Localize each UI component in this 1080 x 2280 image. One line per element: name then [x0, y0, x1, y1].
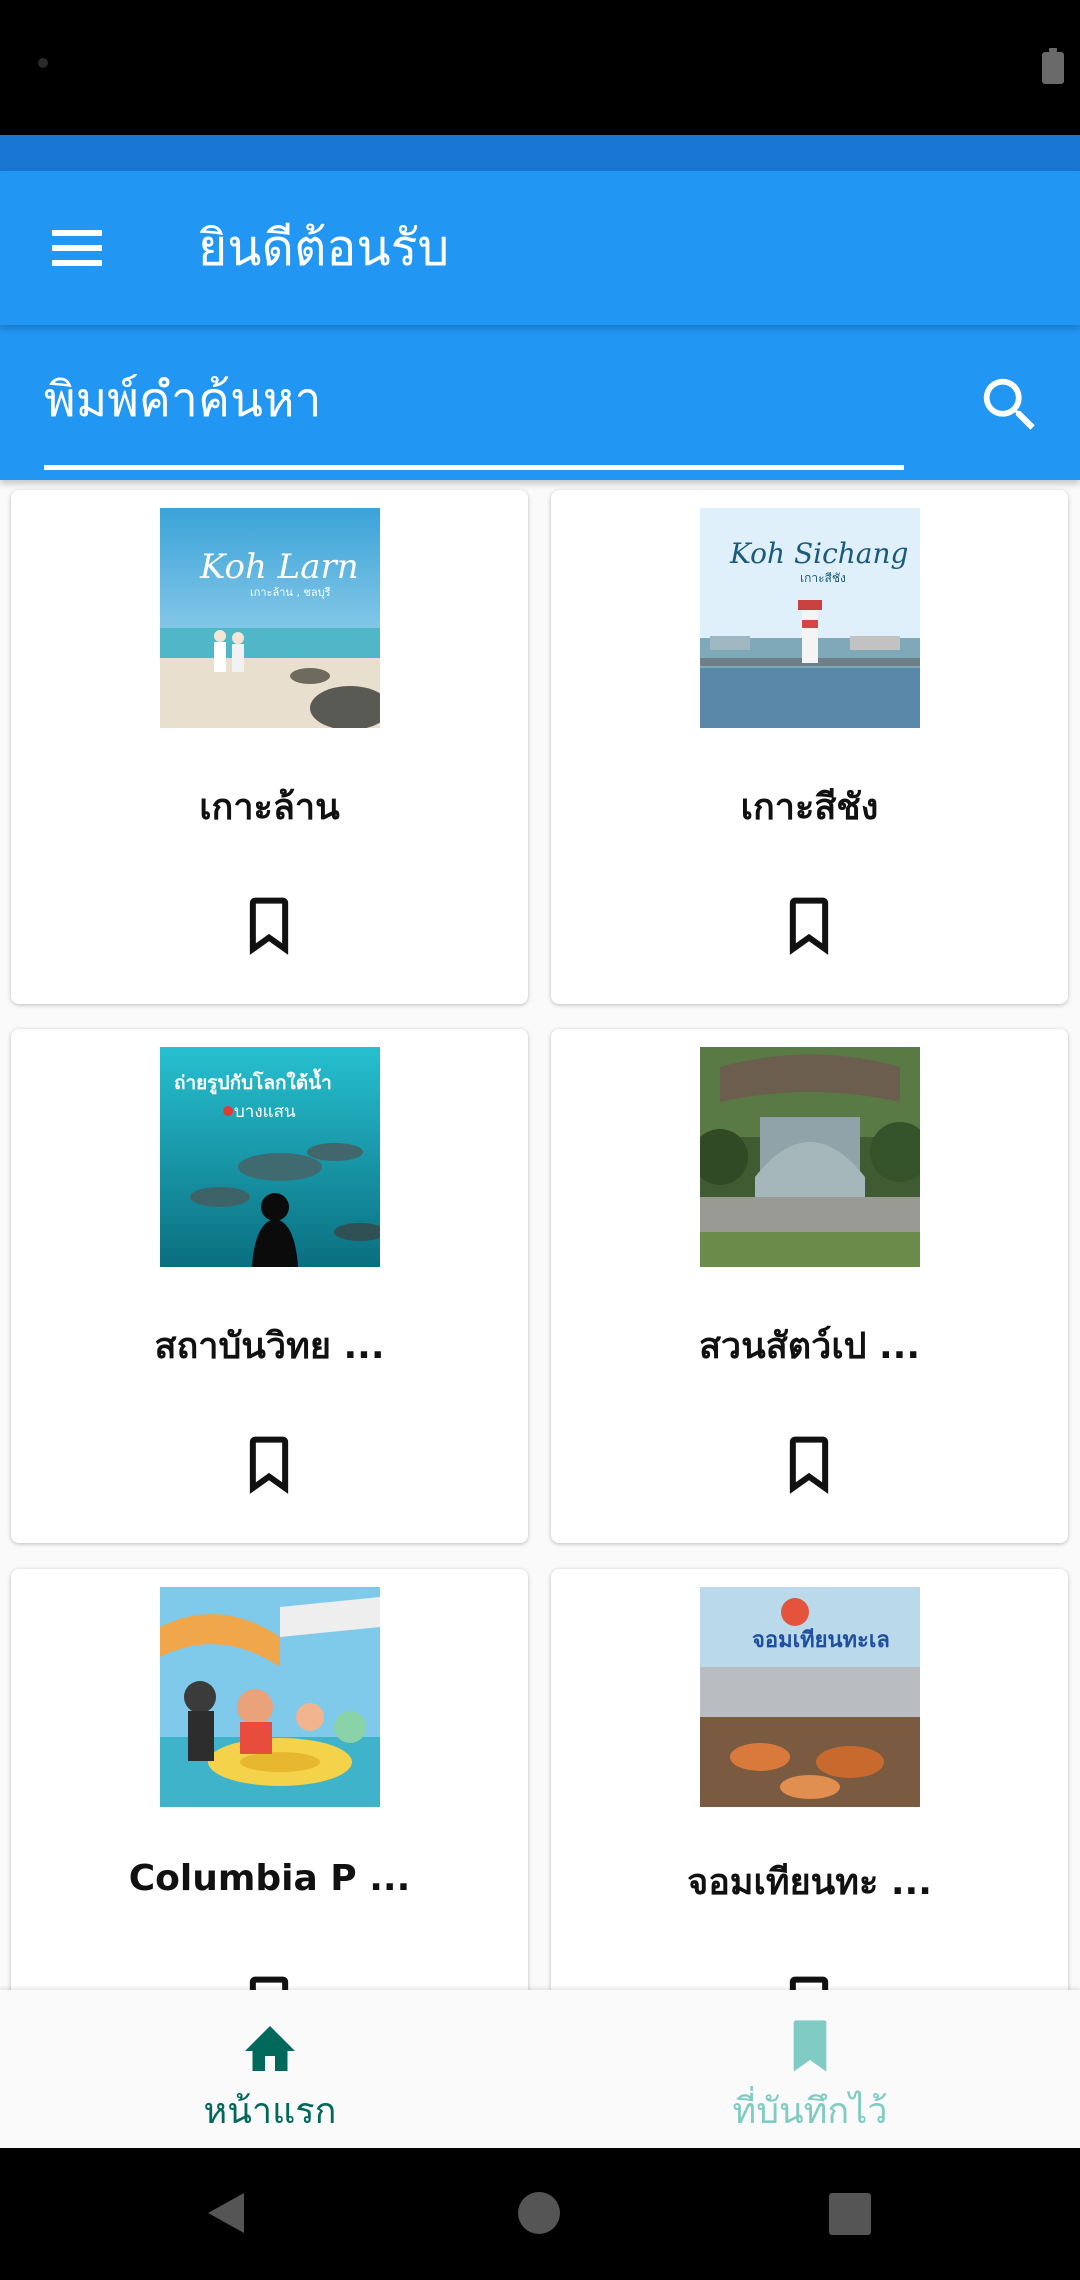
- place-title: สวนสัตว์เป ...: [698, 1326, 921, 1367]
- thumb-subcaption: เกาะสีชัง: [800, 571, 846, 585]
- camera-dot: [38, 58, 48, 68]
- nav-home-label: หน้าแรก: [203, 2091, 337, 2132]
- system-nav-bar: [0, 2148, 1080, 2280]
- thumb-caption: จอมเทียนทะเล: [752, 1628, 890, 1653]
- water-park-cartoon-photo: [160, 1587, 380, 1807]
- places-grid: Koh Larn เกาะล้าน , ชลบุรี เกาะล้าน Koh …: [0, 480, 1080, 1990]
- search-input[interactable]: [44, 365, 904, 435]
- app-bar: ยินดีต้อนรับ: [0, 171, 1080, 325]
- thumb-caption: Koh Larn: [199, 547, 359, 587]
- search-icon[interactable]: [975, 370, 1045, 440]
- place-card[interactable]: จอมเทียนทะเล จอมเทียนทะ ...: [551, 1569, 1068, 1990]
- place-title: จอมเทียนทะ ...: [687, 1862, 932, 1903]
- underwater-aquarium-photo: ถ่ายรูปกับโลกใต้น้ำ บางแสน: [160, 1047, 380, 1267]
- place-card[interactable]: Koh Larn เกาะล้าน , ชลบุรี เกาะล้าน: [11, 490, 528, 1004]
- thumb-caption: Koh Sichang: [729, 537, 908, 570]
- bookmark-icon[interactable]: [241, 896, 297, 956]
- status-bar: [0, 0, 1080, 135]
- koh-sichang-lighthouse-photo: Koh Sichang เกาะสีชัง: [700, 508, 920, 728]
- bookmark-icon[interactable]: [781, 1975, 837, 1990]
- zoo-entrance-gate-photo: [700, 1047, 920, 1267]
- place-card[interactable]: Koh Sichang เกาะสีชัง เกาะสีชัง: [551, 490, 1068, 1004]
- thumb-subcaption: เกาะล้าน , ชลบุรี: [250, 586, 331, 599]
- place-card[interactable]: สวนสัตว์เป ...: [551, 1029, 1068, 1543]
- place-title: Columbia P ...: [128, 1858, 411, 1899]
- home-icon: [240, 2018, 300, 2074]
- bookmark-icon[interactable]: [781, 1435, 837, 1495]
- recents-icon[interactable]: [829, 2193, 871, 2235]
- thumb-subcaption: บางแสน: [234, 1102, 296, 1122]
- bookmark-filled-icon: [780, 2018, 840, 2074]
- nav-home[interactable]: หน้าแรก: [0, 1990, 540, 2148]
- nav-saved-label: ที่บันทึกไว้: [732, 2091, 888, 2132]
- place-card[interactable]: Columbia P ...: [11, 1569, 528, 1990]
- bookmark-icon[interactable]: [241, 1435, 297, 1495]
- thumb-caption: ถ่ายรูปกับโลกใต้น้ำ: [174, 1068, 332, 1095]
- back-icon[interactable]: [204, 2191, 246, 2239]
- bookmark-icon[interactable]: [781, 896, 837, 956]
- place-title: เกาะสีชัง: [740, 787, 879, 828]
- search-underline: [44, 465, 904, 470]
- place-title: สถาบันวิทย ...: [154, 1326, 385, 1367]
- battery-icon: [1042, 48, 1064, 84]
- page-title: ยินดีต้อนรับ: [198, 219, 450, 277]
- search-bar: [0, 325, 1080, 480]
- koh-larn-beach-photo: Koh Larn เกาะล้าน , ชลบุรี: [160, 508, 380, 728]
- home-circle-icon[interactable]: [518, 2192, 560, 2234]
- menu-icon[interactable]: [40, 216, 114, 280]
- bookmark-icon[interactable]: [241, 1975, 297, 1990]
- seafood-market-photo: จอมเทียนทะเล: [700, 1587, 920, 1807]
- place-title: เกาะล้าน: [199, 787, 340, 828]
- place-card[interactable]: ถ่ายรูปกับโลกใต้น้ำ บางแสน สถาบันวิทย ..…: [11, 1029, 528, 1543]
- status-strip: [0, 135, 1080, 171]
- bottom-navigation: หน้าแรก ที่บันทึกไว้: [0, 1990, 1080, 2148]
- nav-saved[interactable]: ที่บันทึกไว้: [540, 1990, 1080, 2148]
